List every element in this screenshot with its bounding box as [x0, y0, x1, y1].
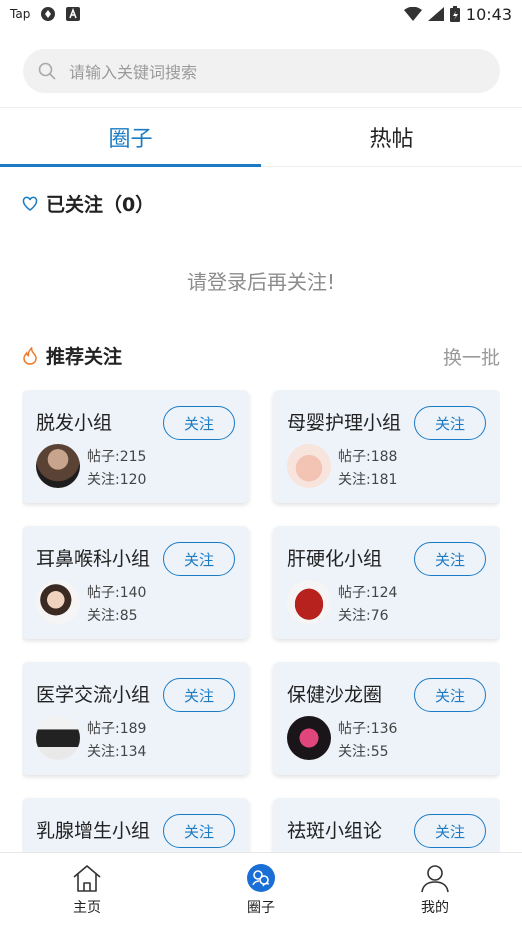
bottom-nav: 主页 圈子 我的 [0, 852, 522, 928]
group-card[interactable]: 脱发小组 关注 帖子:215 关注:120 [22, 390, 249, 503]
post-count: 帖子:215 [87, 449, 147, 465]
search-input[interactable]: 请输入关键词搜索 [23, 49, 500, 93]
group-card[interactable]: 祛斑小组论 关注 [273, 798, 500, 853]
nav-home-label: 主页 [73, 900, 101, 916]
group-grid: 脱发小组 关注 帖子:215 关注:120 母婴护理小组 关注 帖子:188 关注:… [22, 390, 500, 853]
heart-icon [22, 196, 38, 211]
follow-button[interactable]: 关注 [414, 814, 486, 848]
follow-button[interactable]: 关注 [414, 406, 486, 440]
follower-count: 关注:85 [87, 608, 138, 624]
followed-section-title: 已关注（0） [22, 190, 154, 217]
group-card[interactable]: 乳腺增生小组 关注 [22, 798, 249, 853]
followed-title-text: 已关注（0） [46, 194, 155, 216]
group-name: 肝硬化小组 [287, 548, 383, 570]
group-name: 保健沙龙圈 [287, 684, 383, 706]
post-count: 帖子:124 [338, 585, 398, 601]
nav-home[interactable]: 主页 [0, 853, 174, 928]
group-name: 耳鼻喉科小组 [36, 548, 151, 570]
search-placeholder: 请输入关键词搜索 [69, 63, 198, 82]
follower-count: 关注:55 [338, 744, 389, 760]
app-a-icon [66, 7, 81, 21]
follow-button[interactable]: 关注 [414, 678, 486, 712]
wifi-icon [403, 7, 422, 21]
post-count: 帖子:140 [87, 585, 147, 601]
clock: 10:43 [465, 4, 512, 24]
group-avatar [36, 444, 80, 488]
circle-icon [247, 864, 275, 892]
sync-icon [41, 7, 56, 21]
recommend-section-title: 推荐关注 [22, 342, 122, 369]
recommend-title-text: 推荐关注 [46, 346, 123, 368]
group-card[interactable]: 医学交流小组 关注 帖子:189 关注:134 [22, 662, 249, 775]
nav-circle-label: 圈子 [247, 900, 275, 916]
login-tip[interactable]: 请登录后再关注! [0, 266, 522, 295]
group-avatar [287, 716, 331, 760]
signal-icon [427, 7, 444, 21]
flame-icon [23, 346, 37, 365]
nav-circle[interactable]: 圈子 [174, 853, 348, 928]
follow-button[interactable]: 关注 [163, 542, 235, 576]
group-card[interactable]: 耳鼻喉科小组 关注 帖子:140 关注:85 [22, 526, 249, 639]
home-icon [73, 865, 101, 892]
follow-button[interactable]: 关注 [163, 814, 235, 848]
follow-button[interactable]: 关注 [163, 406, 235, 440]
post-count: 帖子:188 [338, 449, 398, 465]
follower-count: 关注:120 [87, 472, 147, 488]
follow-button[interactable]: 关注 [163, 678, 235, 712]
nav-mine-label: 我的 [421, 900, 449, 916]
group-avatar [36, 716, 80, 760]
tab-hot-posts[interactable]: 热帖 [261, 108, 522, 166]
user-icon [421, 865, 449, 893]
group-name: 脱发小组 [36, 412, 113, 434]
group-avatar [287, 580, 331, 624]
post-count: 帖子:136 [338, 721, 398, 737]
nav-mine[interactable]: 我的 [348, 853, 522, 928]
follower-count: 关注:181 [338, 472, 398, 488]
follower-count: 关注:134 [87, 744, 147, 760]
post-count: 帖子:189 [87, 721, 147, 737]
tap-label: Tap [10, 7, 31, 21]
group-avatar [287, 444, 331, 488]
group-name: 乳腺增生小组 [36, 820, 151, 842]
search-icon [38, 62, 56, 80]
status-bar: Tap 10:43 [0, 0, 522, 28]
tab-circle[interactable]: 圈子 [0, 108, 261, 167]
group-card[interactable]: 母婴护理小组 关注 帖子:188 关注:181 [273, 390, 500, 503]
refresh-button[interactable]: 换一批 [443, 343, 500, 370]
tab-bar: 圈子 热帖 [0, 107, 522, 167]
group-card[interactable]: 肝硬化小组 关注 帖子:124 关注:76 [273, 526, 500, 639]
group-name: 医学交流小组 [36, 684, 151, 706]
group-name: 母婴护理小组 [287, 412, 402, 434]
group-avatar [36, 580, 80, 624]
battery-icon [449, 6, 460, 22]
follower-count: 关注:76 [338, 608, 389, 624]
group-card[interactable]: 保健沙龙圈 关注 帖子:136 关注:55 [273, 662, 500, 775]
follow-button[interactable]: 关注 [414, 542, 486, 576]
group-name: 祛斑小组论 [287, 820, 383, 842]
